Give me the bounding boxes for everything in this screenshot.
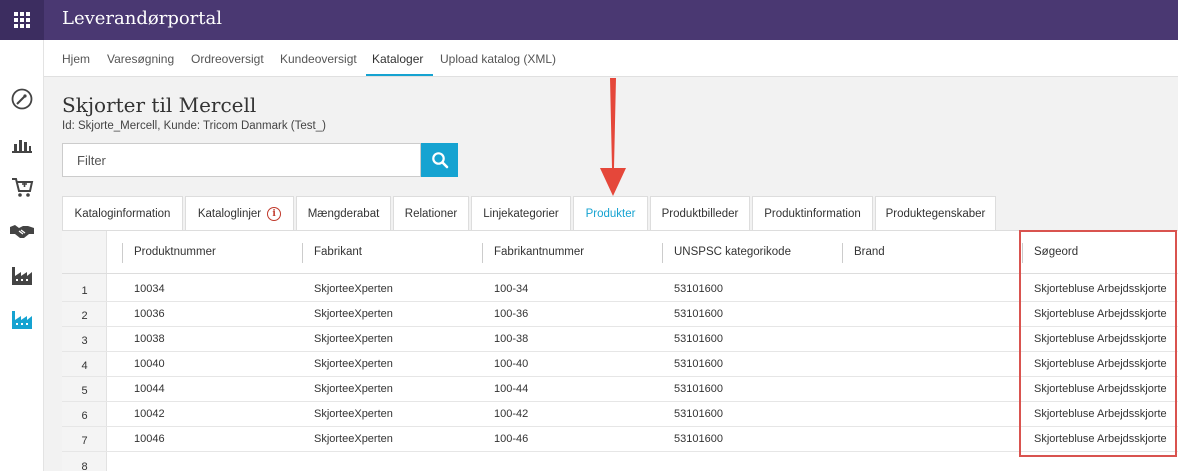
table-row[interactable]: 5 10044 SkjorteeXperten 100-44 53101600 … bbox=[62, 377, 1178, 402]
row-number: 1 bbox=[81, 285, 88, 297]
tab-produktegenskaber[interactable]: Produktegenskaber bbox=[875, 196, 996, 230]
column-divider[interactable] bbox=[122, 243, 123, 263]
column-header-sogeord[interactable]: Søgeord bbox=[1034, 246, 1078, 258]
tab-kataloginformation[interactable]: Kataloginformation bbox=[62, 196, 183, 230]
cell-unspsc[interactable]: 53101600 bbox=[674, 358, 723, 370]
column-header-fabrikant[interactable]: Fabrikant bbox=[314, 246, 362, 258]
app-title: Leverandørportal bbox=[62, 8, 223, 29]
apps-grid-icon[interactable] bbox=[0, 0, 44, 40]
cell-produktnummer[interactable]: 10042 bbox=[134, 408, 165, 420]
tab-produkter[interactable]: Produkter bbox=[573, 196, 648, 230]
tab-kataloglinjer[interactable]: Kataloglinjer i bbox=[185, 196, 294, 230]
cell-fabrikantnummer[interactable]: 100-40 bbox=[494, 358, 528, 370]
active-nav-indicator bbox=[366, 74, 433, 76]
cell-sogeord[interactable]: Skjortebluse Arbejdsskjorte bbox=[1034, 283, 1167, 295]
cell-sogeord[interactable]: Skjortebluse Arbejdsskjorte bbox=[1034, 333, 1167, 345]
page-subtitle: Id: Skjorte_Mercell, Kunde: Tricom Danma… bbox=[62, 120, 326, 132]
cell-sogeord[interactable]: Skjortebluse Arbejdsskjorte bbox=[1034, 408, 1167, 420]
tab-relationer[interactable]: Relationer bbox=[393, 196, 469, 230]
cell-produktnummer[interactable]: 10040 bbox=[134, 358, 165, 370]
cell-produktnummer[interactable]: 10034 bbox=[134, 283, 165, 295]
cell-unspsc[interactable]: 53101600 bbox=[674, 383, 723, 395]
row-number: 8 bbox=[81, 461, 88, 471]
column-divider[interactable] bbox=[482, 243, 483, 263]
cell-unspsc[interactable]: 53101600 bbox=[674, 283, 723, 295]
cell-fabrikantnummer[interactable]: 100-42 bbox=[494, 408, 528, 420]
cell-fabrikant[interactable]: SkjorteeXperten bbox=[314, 358, 393, 370]
cell-unspsc[interactable]: 53101600 bbox=[674, 408, 723, 420]
nav-item-ordreoversigt[interactable]: Ordreoversigt bbox=[191, 52, 264, 66]
cell-sogeord[interactable]: Skjortebluse Arbejdsskjorte bbox=[1034, 308, 1167, 320]
shopping-cart-icon[interactable] bbox=[8, 173, 36, 201]
cell-sogeord[interactable]: Skjortebluse Arbejdsskjorte bbox=[1034, 383, 1167, 395]
table-row[interactable]: 3 10038 SkjorteeXperten 100-38 53101600 … bbox=[62, 327, 1178, 352]
tab-produktinformation[interactable]: Produktinformation bbox=[752, 196, 873, 230]
row-number: 2 bbox=[81, 310, 88, 322]
cell-produktnummer[interactable]: 10044 bbox=[134, 383, 165, 395]
row-number: 7 bbox=[81, 435, 88, 447]
cell-fabrikant[interactable]: SkjorteeXperten bbox=[314, 408, 393, 420]
nav-item-varesogning[interactable]: Varesøgning bbox=[107, 52, 174, 66]
top-bar: Leverandørportal bbox=[0, 0, 1178, 40]
info-icon: i bbox=[267, 206, 282, 221]
table-row[interactable]: 8 bbox=[62, 452, 1178, 471]
row-number: 5 bbox=[81, 385, 88, 397]
row-number: 3 bbox=[81, 335, 88, 347]
factory-active-icon[interactable] bbox=[8, 305, 36, 333]
cell-fabrikant[interactable]: SkjorteeXperten bbox=[314, 383, 393, 395]
nav-item-hjem[interactable]: Hjem bbox=[62, 52, 90, 66]
column-divider[interactable] bbox=[302, 243, 303, 263]
cell-fabrikantnummer[interactable]: 100-44 bbox=[494, 383, 528, 395]
table-row[interactable]: 4 10040 SkjorteeXperten 100-40 53101600 … bbox=[62, 352, 1178, 377]
cell-produktnummer[interactable]: 10038 bbox=[134, 333, 165, 345]
tab-produktbilleder[interactable]: Produktbilleder bbox=[650, 196, 750, 230]
main-nav: Hjem Varesøgning Ordreoversigt Kundeover… bbox=[44, 40, 1178, 77]
tab-maengderabat[interactable]: Mængderabat bbox=[296, 196, 391, 230]
page-title: Skjorter til Mercell bbox=[62, 93, 257, 117]
handshake-icon[interactable] bbox=[8, 217, 36, 245]
column-divider[interactable] bbox=[662, 243, 663, 263]
column-header-brand[interactable]: Brand bbox=[854, 246, 885, 258]
nav-item-kundeoversigt[interactable]: Kundeoversigt bbox=[280, 52, 357, 66]
table-row[interactable]: 1 10034 SkjorteeXperten 100-34 53101600 … bbox=[62, 277, 1178, 302]
cell-fabrikant[interactable]: SkjorteeXperten bbox=[314, 333, 393, 345]
cell-fabrikantnummer[interactable]: 100-34 bbox=[494, 283, 528, 295]
factory-icon[interactable] bbox=[8, 261, 36, 289]
cell-sogeord[interactable]: Skjortebluse Arbejdsskjorte bbox=[1034, 358, 1167, 370]
cell-produktnummer[interactable]: 10036 bbox=[134, 308, 165, 320]
tab-linjekategorier[interactable]: Linjekategorier bbox=[471, 196, 571, 230]
table-header: Produktnummer Fabrikant Fabrikantnummer … bbox=[62, 231, 1178, 274]
products-table: Produktnummer Fabrikant Fabrikantnummer … bbox=[62, 230, 1178, 471]
cell-fabrikant[interactable]: SkjorteeXperten bbox=[314, 283, 393, 295]
red-arrow-annotation bbox=[600, 78, 626, 196]
nav-item-kataloger[interactable]: Kataloger bbox=[372, 52, 423, 66]
table-row[interactable]: 7 10046 SkjorteeXperten 100-46 53101600 … bbox=[62, 427, 1178, 452]
dashboard-gauge-icon[interactable] bbox=[8, 85, 36, 113]
table-row[interactable]: 2 10036 SkjorteeXperten 100-36 53101600 … bbox=[62, 302, 1178, 327]
cell-produktnummer[interactable]: 10046 bbox=[134, 433, 165, 445]
cell-fabrikantnummer[interactable]: 100-38 bbox=[494, 333, 528, 345]
filter-input[interactable] bbox=[62, 143, 421, 177]
sidebar bbox=[0, 40, 44, 471]
bar-chart-icon[interactable] bbox=[8, 129, 36, 157]
column-header-unspsc[interactable]: UNSPSC kategorikode bbox=[674, 246, 791, 258]
cell-unspsc[interactable]: 53101600 bbox=[674, 433, 723, 445]
cell-fabrikant[interactable]: SkjorteeXperten bbox=[314, 308, 393, 320]
cell-fabrikant[interactable]: SkjorteeXperten bbox=[314, 433, 393, 445]
column-header-produktnummer[interactable]: Produktnummer bbox=[134, 246, 216, 258]
cell-unspsc[interactable]: 53101600 bbox=[674, 308, 723, 320]
row-number: 4 bbox=[81, 360, 88, 372]
search-button[interactable] bbox=[421, 143, 458, 177]
column-divider[interactable] bbox=[842, 243, 843, 263]
column-divider[interactable] bbox=[1022, 243, 1023, 263]
cell-fabrikantnummer[interactable]: 100-36 bbox=[494, 308, 528, 320]
nav-item-upload-katalog[interactable]: Upload katalog (XML) bbox=[440, 52, 556, 66]
column-header-fabrikantnummer[interactable]: Fabrikantnummer bbox=[494, 246, 584, 258]
search-icon bbox=[431, 152, 448, 169]
cell-unspsc[interactable]: 53101600 bbox=[674, 333, 723, 345]
row-number: 6 bbox=[81, 410, 88, 422]
table-row[interactable]: 6 10042 SkjorteeXperten 100-42 53101600 … bbox=[62, 402, 1178, 427]
cell-sogeord[interactable]: Skjortebluse Arbejdsskjorte bbox=[1034, 433, 1167, 445]
cell-fabrikantnummer[interactable]: 100-46 bbox=[494, 433, 528, 445]
